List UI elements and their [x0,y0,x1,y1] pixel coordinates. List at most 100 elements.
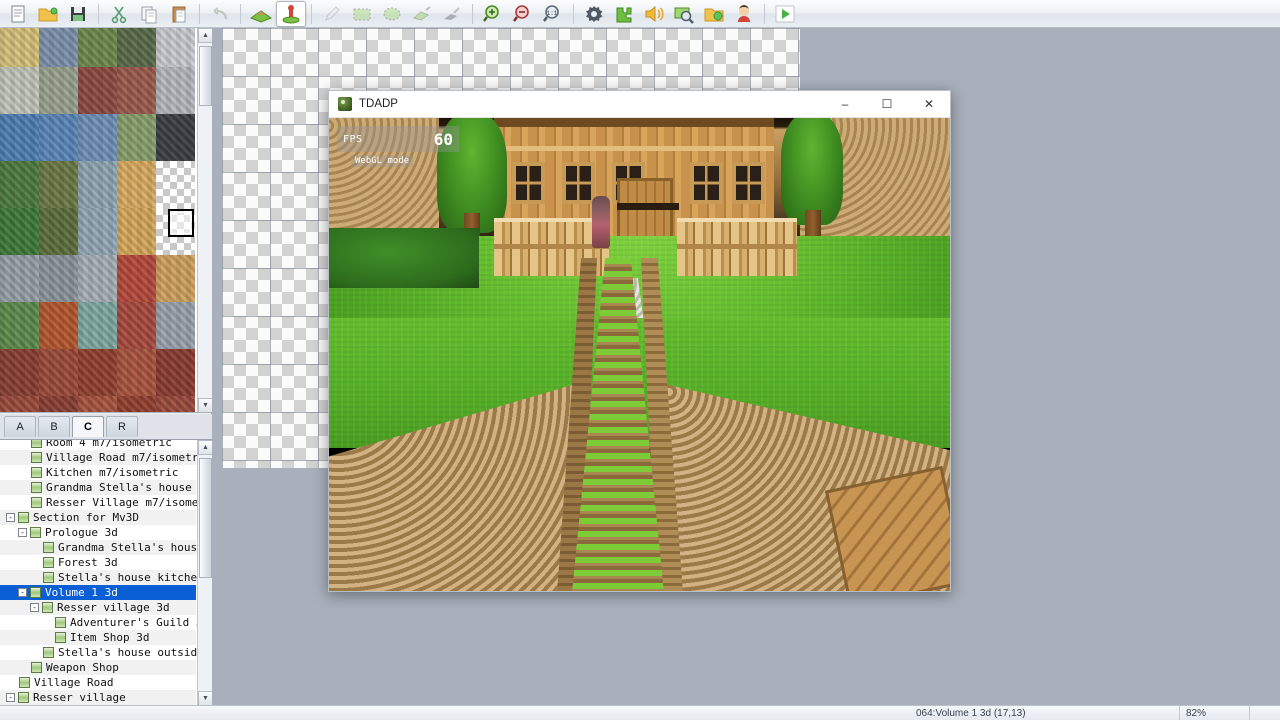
tileset-cell[interactable] [78,396,117,412]
tileset-palette[interactable]: ▲ ▼ [0,28,212,413]
scroll-up-arrow[interactable]: ▲ [198,28,212,43]
sound-test-icon[interactable] [639,1,669,27]
tileset-cell[interactable] [0,67,39,114]
rectangle-tool-icon[interactable] [347,1,377,27]
map-tree-item[interactable]: Grandma Stella's house 3d [0,540,212,555]
game-window-titlebar[interactable]: TDADP – ☐ ✕ [329,91,950,118]
tileset-cell[interactable] [0,302,39,349]
tileset-cell[interactable] [78,302,117,349]
tileset-cell[interactable] [156,114,195,161]
shadow-pen-tool-icon[interactable] [437,1,467,27]
tileset-cell[interactable] [0,161,39,208]
map-tree-item[interactable]: Stella's house kitchen 3d [0,570,212,585]
new-project-icon[interactable] [3,1,33,27]
tileset-cell[interactable] [117,28,156,67]
tileset-cell[interactable] [0,208,39,255]
map-tree-item[interactable]: Stella's house outside 3d [0,645,212,660]
map-tree-item[interactable]: - Volume 1 3d [0,585,196,600]
tree-expander-icon[interactable]: - [6,693,15,702]
tileset-cell[interactable] [78,67,117,114]
tileset-tab-b[interactable]: B [38,416,70,437]
actual-size-icon[interactable]: 1:1 [538,1,568,27]
tree-scroll-thumb[interactable] [199,458,212,578]
map-tree-list[interactable]: Room 4 m7/isometric Village Road m7/isome… [0,440,212,705]
tileset-cell[interactable] [0,255,39,302]
tileset-cell[interactable] [117,302,156,349]
tileset-cell[interactable] [117,396,156,412]
tileset-cell[interactable] [117,255,156,302]
tileset-cell[interactable] [117,114,156,161]
tileset-tab-r[interactable]: R [106,416,138,437]
tileset-cell[interactable] [117,349,156,396]
tileset-cell[interactable] [117,161,156,208]
tileset-cell[interactable] [156,349,195,396]
tileset-cell[interactable] [78,255,117,302]
map-tree-panel[interactable]: Room 4 m7/isometric Village Road m7/isome… [0,439,212,720]
tileset-tab-c[interactable]: C [72,416,104,437]
map-tree-item[interactable]: Adventurer's Guild 3d [0,615,209,630]
tileset-cell[interactable] [156,396,195,412]
tree-scroll-down-arrow[interactable]: ▼ [198,691,212,706]
tileset-cell[interactable] [156,255,195,302]
zoom-out-icon[interactable] [508,1,538,27]
map-tree-scrollbar[interactable]: ▲ ▼ [197,440,212,706]
map-tree-item[interactable]: - Resser village [0,690,196,705]
map-tree-item[interactable]: Item Shop 3d [0,630,196,645]
tileset-cell[interactable] [156,302,195,349]
tileset-cell[interactable] [117,208,156,255]
tileset-cell[interactable] [78,28,117,67]
tileset-cell[interactable] [0,396,39,412]
tileset-cell[interactable] [78,161,117,208]
tileset-cell[interactable] [78,349,117,396]
map-tree-item[interactable]: Grandma Stella's house m7/isometric [0,480,212,495]
tileset-cell[interactable] [39,208,78,255]
zoom-in-icon[interactable] [478,1,508,27]
event-searcher-icon[interactable] [669,1,699,27]
event-mode-icon[interactable] [276,0,306,27]
database-icon[interactable] [579,1,609,27]
tree-scroll-up-arrow[interactable]: ▲ [198,440,212,455]
map-tree-item[interactable]: - Prologue 3d [0,525,196,540]
tree-expander-icon[interactable]: - [30,603,39,612]
tileset-cell[interactable] [39,255,78,302]
open-project-icon[interactable] [33,1,63,27]
tileset-cell[interactable] [0,349,39,396]
flood-fill-tool-icon[interactable] [407,1,437,27]
game-viewport[interactable]: FPS 60 WebGL mode [329,118,950,591]
scroll-down-arrow[interactable]: ▼ [198,398,212,412]
tileset-cell[interactable] [39,396,78,412]
tileset-cell[interactable] [78,114,117,161]
cut-icon[interactable] [104,1,134,27]
map-tree-item[interactable]: Forest 3d [0,555,196,570]
tileset-cell[interactable] [39,349,78,396]
tileset-cell[interactable] [156,28,195,67]
pencil-tool-icon[interactable] [317,1,347,27]
tree-expander-icon[interactable]: - [18,588,27,597]
tileset-cell[interactable] [156,161,195,208]
playtest-icon[interactable] [770,1,800,27]
undo-icon[interactable] [205,1,235,27]
tileset-cell[interactable] [39,114,78,161]
close-button[interactable]: ✕ [908,91,950,118]
resource-manager-icon[interactable] [699,1,729,27]
paste-icon[interactable] [164,1,194,27]
map-tree-item[interactable]: Kitchen m7/isometric [0,465,196,480]
map-tree-item[interactable]: Resser Village m7/isometric [0,495,212,510]
tileset-cell[interactable] [39,67,78,114]
tileset-grid[interactable] [0,28,196,412]
tree-expander-icon[interactable]: - [6,513,15,522]
map-tree-item[interactable]: Village Road m7/isometric [0,450,212,465]
save-project-icon[interactable] [63,1,93,27]
tileset-cell[interactable] [39,28,78,67]
map-tree-item[interactable]: Village Road [0,675,196,690]
tileset-cell[interactable] [117,67,156,114]
map-tree-item[interactable]: Room 4 m7/isometric [0,440,196,450]
tileset-cell[interactable] [78,208,117,255]
map-tree-item[interactable]: Weapon Shop [0,660,196,675]
tileset-cell[interactable] [0,114,39,161]
plugin-manager-icon[interactable] [609,1,639,27]
character-generator-icon[interactable] [729,1,759,27]
copy-icon[interactable] [134,1,164,27]
tree-expander-icon[interactable]: - [18,528,27,537]
map-tree-item[interactable]: - Section for Mv3D [0,510,196,525]
